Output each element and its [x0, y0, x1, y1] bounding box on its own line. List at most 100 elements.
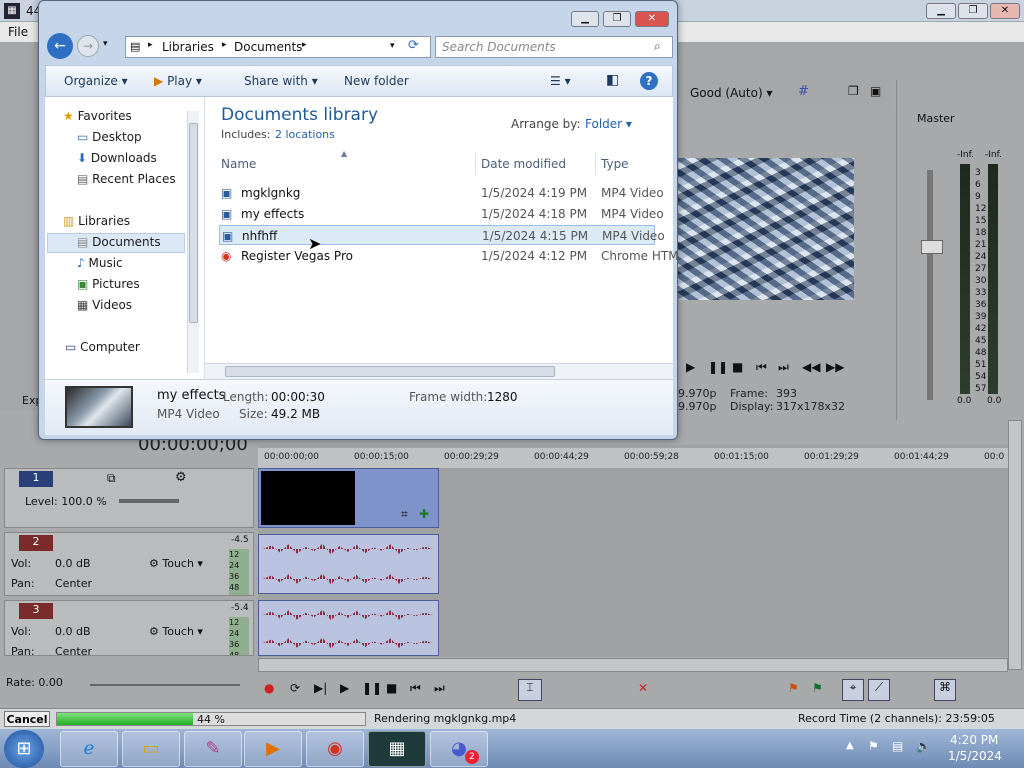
auto-ripple-icon[interactable]: ⟋: [868, 679, 890, 701]
change-view-icon[interactable]: ☰ ▾: [550, 74, 571, 88]
organize-button[interactable]: Organize ▾: [64, 74, 128, 88]
crop-icon[interactable]: ⌗: [401, 507, 408, 522]
network-icon[interactable]: ▤: [892, 739, 903, 753]
arrange-by-dropdown[interactable]: Folder ▾: [585, 117, 632, 131]
nav-music[interactable]: ♪ Music: [77, 256, 123, 270]
loop-icon[interactable]: ⟳: [290, 681, 300, 695]
breadcrumb-separator-icon[interactable]: ▸: [302, 40, 307, 50]
normal-edit-tool-icon[interactable]: ⌶: [518, 679, 542, 701]
go-to-start-icon[interactable]: ⏮: [410, 681, 421, 696]
go-to-end-icon[interactable]: ⏭: [434, 681, 445, 696]
search-icon[interactable]: ⌕: [654, 39, 661, 54]
preview-quality-dropdown[interactable]: Good (Auto) ▾: [690, 86, 772, 100]
main-pause-icon[interactable]: ❚❚: [362, 681, 382, 695]
action-center-icon[interactable]: ⚑: [868, 739, 879, 753]
nav-computer[interactable]: ▭ Computer: [65, 340, 140, 354]
breadcrumb-libraries[interactable]: Libraries: [162, 40, 214, 54]
chrome-icon[interactable]: ◉: [306, 731, 364, 767]
address-dropdown-icon[interactable]: ▾: [390, 41, 395, 51]
media-player-icon[interactable]: ▶: [244, 731, 302, 767]
stop-icon[interactable]: ■: [732, 360, 743, 374]
track-header-1[interactable]: 1 ⧉ ⚙ Level: 100.0 %: [4, 468, 254, 528]
menu-file[interactable]: File: [8, 25, 28, 39]
vegas-pro-taskbar-icon[interactable]: ▦: [368, 731, 426, 767]
dialog-minimize-button[interactable]: ▁: [571, 11, 599, 27]
save-frame-icon[interactable]: ▣: [870, 84, 881, 98]
back-arrow-icon[interactable]: ←: [47, 33, 73, 59]
copy-frame-icon[interactable]: ❐: [848, 84, 859, 98]
file-row[interactable]: ▣ mgklgnkg 1/5/2024 4:19 PM MP4 Video: [219, 183, 664, 203]
record-icon[interactable]: ●: [264, 681, 274, 695]
track-2-automation-mode[interactable]: ⚙ Touch ▾: [149, 557, 203, 570]
play-icon[interactable]: ▶: [686, 360, 695, 374]
composite-mode-icon[interactable]: ⧉: [107, 471, 116, 486]
next-frame-icon[interactable]: ⏭: [778, 360, 789, 375]
nav-libraries[interactable]: ▥ Libraries: [63, 214, 130, 228]
file-row[interactable]: ▣ nhfhff 1/5/2024 4:15 PM MP4 Video: [219, 225, 665, 245]
track-header-2[interactable]: 2 Vol: 0.0 dB Pan: Center ⚙ Touch ▾ -4.5…: [4, 532, 254, 596]
main-play-icon[interactable]: ▶: [340, 681, 349, 695]
play-button[interactable]: ▶ Play ▾: [154, 74, 202, 88]
refresh-icon[interactable]: ⟳: [408, 38, 419, 53]
level-slider[interactable]: [119, 499, 179, 503]
vegas-close-button[interactable]: ✕: [990, 3, 1020, 19]
audio-clip-track-3[interactable]: [258, 600, 439, 656]
clock-time[interactable]: 4:20 PM: [950, 733, 998, 747]
volume-icon[interactable]: 🔈: [916, 739, 931, 753]
cancel-render-button[interactable]: Cancel: [4, 711, 50, 727]
forward-icon[interactable]: ▶▶: [826, 360, 844, 374]
dialog-maximize-button[interactable]: ❐: [603, 11, 631, 27]
timeline-vertical-scrollbar[interactable]: [1008, 420, 1022, 670]
recent-pages-chevron-icon[interactable]: ▾: [103, 39, 108, 49]
nav-pictures[interactable]: ▣ Pictures: [77, 277, 140, 291]
snapping-icon[interactable]: ⌖: [842, 679, 864, 701]
region-icon[interactable]: ⚑: [812, 681, 823, 695]
track-3-automation-mode[interactable]: ⚙ Touch ▾: [149, 625, 203, 638]
internet-explorer-icon[interactable]: ℯ: [60, 731, 118, 767]
file-list-scroll-thumb[interactable]: [225, 366, 555, 377]
address-bar[interactable]: ▤ ▸ Libraries ▸ Documents ▸ ▾ ⟳: [125, 36, 431, 58]
track-fx-icon[interactable]: ⚙: [175, 470, 187, 485]
nav-recent-places[interactable]: ▤ Recent Places: [77, 172, 176, 186]
pause-icon[interactable]: ❚❚: [708, 360, 728, 374]
forward-arrow-icon[interactable]: →: [77, 35, 99, 57]
column-header-date[interactable]: Date modified: [481, 157, 566, 171]
video-clip[interactable]: ⌗ ✚: [258, 468, 439, 528]
discord-icon[interactable]: ◕ 2: [430, 731, 488, 767]
prev-frame-icon[interactable]: ⏮: [756, 360, 767, 375]
dialog-close-button[interactable]: ✕: [635, 11, 669, 27]
timeline-horizontal-scrollbar[interactable]: [258, 658, 1008, 672]
breadcrumb-separator-icon[interactable]: ▸: [222, 40, 227, 50]
breadcrumb-documents[interactable]: Documents: [234, 40, 302, 54]
clock-date[interactable]: 1/5/2024: [948, 749, 1002, 763]
vegas-minimize-button[interactable]: ▁: [926, 3, 956, 19]
vegas-maximize-button[interactable]: ❐: [958, 3, 988, 19]
audio-clip-track-2[interactable]: [258, 534, 439, 594]
nav-downloads[interactable]: ⬇ Downloads: [77, 151, 157, 165]
search-documents-input[interactable]: Search Documents ⌕: [435, 36, 673, 58]
nav-desktop[interactable]: ▭ Desktop: [77, 130, 142, 144]
nav-pane-scrollbar[interactable]: [187, 111, 199, 373]
nav-pane-scroll-thumb[interactable]: [189, 123, 198, 323]
lock-envelopes-icon[interactable]: ⌘: [934, 679, 956, 701]
start-button-icon[interactable]: ⊞: [4, 730, 44, 768]
file-explorer-icon[interactable]: ▭: [122, 731, 180, 767]
help-icon[interactable]: ?: [640, 72, 658, 90]
file-row[interactable]: ◉ Register Vegas Pro 1/5/2024 4:12 PM Chrom…: [219, 246, 679, 266]
main-stop-icon[interactable]: ■: [386, 681, 397, 695]
nav-videos[interactable]: ▦ Videos: [77, 298, 132, 312]
nav-documents[interactable]: ▤ Documents: [77, 235, 161, 249]
file-list-horizontal-scrollbar[interactable]: [205, 363, 673, 379]
track-header-3[interactable]: 3 Vol: 0.0 dB Pan: Center ⚙ Touch ▾ -5.4…: [4, 600, 254, 658]
new-folder-button[interactable]: New folder: [344, 74, 409, 88]
column-header-name[interactable]: Name: [221, 157, 256, 171]
rewind-icon[interactable]: ◀◀: [802, 360, 820, 374]
file-row[interactable]: ▣ my effects 1/5/2024 4:18 PM MP4 Video: [219, 204, 664, 224]
share-with-button[interactable]: Share with ▾: [244, 74, 318, 88]
marker-icon[interactable]: ⚑: [788, 681, 799, 695]
preview-pane-icon[interactable]: ◧: [606, 72, 619, 88]
breadcrumb-separator-icon[interactable]: ▸: [148, 40, 153, 50]
show-hidden-icons-icon[interactable]: ▲: [846, 740, 854, 751]
rate-slider[interactable]: [90, 684, 240, 686]
column-header-type[interactable]: Type: [601, 157, 629, 171]
